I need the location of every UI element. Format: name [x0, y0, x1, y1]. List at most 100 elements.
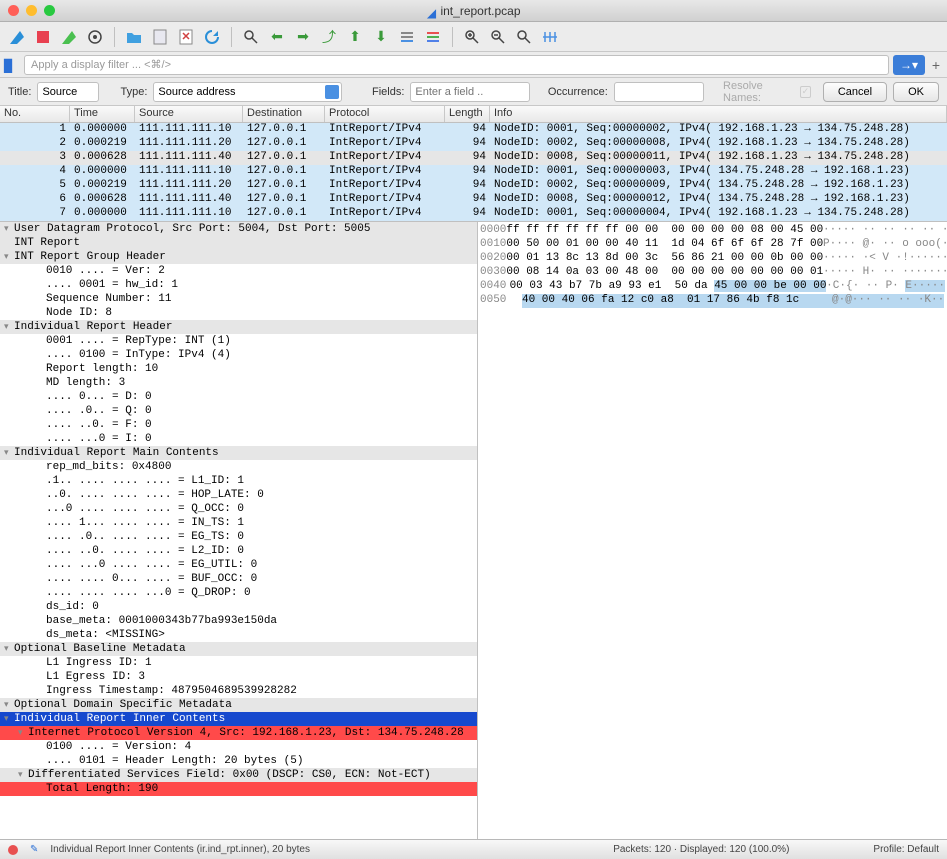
tree-item[interactable]: .... 0101 = Header Length: 20 bytes (5)	[0, 754, 477, 768]
hex-row[interactable]: 003000 08 14 0a 03 00 48 00 00 00 00 00 …	[480, 266, 945, 280]
open-file-button[interactable]	[123, 26, 145, 48]
hex-row[interactable]: 004000 03 43 b7 7b a9 93 e1 50 da 45 00 …	[480, 280, 945, 294]
tree-item[interactable]: ▾Individual Report Inner Contents	[0, 712, 477, 726]
tree-item[interactable]: ▾Optional Domain Specific Metadata	[0, 698, 477, 712]
type-label: Type:	[121, 86, 148, 98]
tree-item[interactable]: rep_md_bits: 0x4800	[0, 460, 477, 474]
go-forward-button[interactable]: ➡	[292, 26, 314, 48]
add-filter-button[interactable]: +	[929, 57, 943, 73]
reload-button[interactable]	[201, 26, 223, 48]
window-title: int_report.pcap	[440, 4, 520, 18]
tree-item[interactable]: .... 0001 = hw_id: 1	[0, 278, 477, 292]
table-row[interactable]: 10.000000111.111.111.10127.0.0.1IntRepor…	[0, 123, 947, 137]
tree-item[interactable]: .1.. .... .... .... = L1_ID: 1	[0, 474, 477, 488]
tree-item[interactable]: ▾Differentiated Services Field: 0x00 (DS…	[0, 768, 477, 782]
go-to-packet-button[interactable]: ⤴	[318, 26, 340, 48]
packet-list-header[interactable]: No. Time Source Destination Protocol Len…	[0, 106, 947, 123]
expert-info-icon[interactable]	[8, 845, 18, 855]
table-row[interactable]: 30.000628111.111.111.40127.0.0.1IntRepor…	[0, 151, 947, 165]
type-select[interactable]: Source address	[153, 82, 341, 102]
go-last-button[interactable]: ⬇	[370, 26, 392, 48]
main-toolbar: ⬅ ➡ ⤴ ⬆ ⬇	[0, 22, 947, 52]
tree-item[interactable]: 0001 .... = RepType: INT (1)	[0, 334, 477, 348]
column-editor-bar: Title: Type: Source address Fields: Occu…	[0, 78, 947, 106]
tree-item[interactable]: ▾Individual Report Main Contents	[0, 446, 477, 460]
table-row[interactable]: 50.000219111.111.111.20127.0.0.1IntRepor…	[0, 179, 947, 193]
tree-item[interactable]: ▾Individual Report Header	[0, 320, 477, 334]
table-row[interactable]: 40.000000111.111.111.10127.0.0.1IntRepor…	[0, 165, 947, 179]
tree-item[interactable]: .... .... 0... .... = BUF_OCC: 0	[0, 572, 477, 586]
tree-item[interactable]: .... ..0. = F: 0	[0, 418, 477, 432]
tree-item[interactable]: ds_id: 0	[0, 600, 477, 614]
restart-capture-button[interactable]	[58, 26, 80, 48]
go-back-button[interactable]: ⬅	[266, 26, 288, 48]
display-filter-input[interactable]: Apply a display filter ... <⌘/>	[24, 55, 889, 75]
zoom-reset-button[interactable]	[513, 26, 535, 48]
resolve-names-checkbox[interactable]: ✓	[800, 86, 811, 98]
tree-item[interactable]: .... 0100 = InType: IPv4 (4)	[0, 348, 477, 362]
packet-details-tree[interactable]: ▾User Datagram Protocol, Src Port: 5004,…	[0, 222, 478, 839]
colorize-button[interactable]	[422, 26, 444, 48]
tree-item[interactable]: Sequence Number: 11	[0, 292, 477, 306]
filter-bar: ▉ Apply a display filter ... <⌘/> →▾ +	[0, 52, 947, 78]
tree-item[interactable]: .... .... .... ...0 = Q_DROP: 0	[0, 586, 477, 600]
tree-item[interactable]: ...0 .... .... .... = Q_OCC: 0	[0, 502, 477, 516]
tree-item[interactable]: ▾User Datagram Protocol, Src Port: 5004,…	[0, 222, 477, 236]
title-input[interactable]	[37, 82, 99, 102]
wireshark-fin-icon: ◢	[426, 6, 436, 16]
hex-row[interactable]: 0000ff ff ff ff ff ff 00 00 00 00 00 00 …	[480, 224, 945, 238]
bookmark-icon[interactable]: ▉	[4, 59, 16, 71]
table-row[interactable]: 20.000219111.111.111.20127.0.0.1IntRepor…	[0, 137, 947, 151]
tree-item[interactable]: Ingress Timestamp: 4879504689539928282	[0, 684, 477, 698]
tree-item[interactable]: base_meta: 0001000343b77ba993e150da	[0, 614, 477, 628]
hex-row[interactable]: 001000 50 00 01 00 00 40 11 1d 04 6f 6f …	[480, 238, 945, 252]
tree-item[interactable]: ..0. .... .... .... = HOP_LATE: 0	[0, 488, 477, 502]
tree-item[interactable]: .... ...0 .... .... = EG_UTIL: 0	[0, 558, 477, 572]
find-packet-button[interactable]	[240, 26, 262, 48]
table-row[interactable]: 60.000628111.111.111.40127.0.0.1IntRepor…	[0, 193, 947, 207]
status-profile[interactable]: Profile: Default	[873, 844, 939, 855]
tree-item[interactable]: INT Report	[0, 236, 477, 250]
tree-item[interactable]: ds_meta: <MISSING>	[0, 628, 477, 642]
cancel-button[interactable]: Cancel	[823, 82, 887, 102]
zoom-out-button[interactable]	[487, 26, 509, 48]
status-bar: ✎ Individual Report Inner Contents (ir.i…	[0, 839, 947, 859]
tree-item[interactable]: Node ID: 8	[0, 306, 477, 320]
hex-row[interactable]: 005040 00 40 06 fa 12 c0 a8 01 17 86 4b …	[480, 294, 945, 308]
fields-input[interactable]	[410, 82, 530, 102]
close-file-button[interactable]	[175, 26, 197, 48]
tree-item[interactable]: Report length: 10	[0, 362, 477, 376]
tree-item[interactable]: .... .0.. = Q: 0	[0, 404, 477, 418]
save-file-button[interactable]	[149, 26, 171, 48]
tree-item[interactable]: .... .0.. .... .... = EG_TS: 0	[0, 530, 477, 544]
tree-item[interactable]: Total Length: 190	[0, 782, 477, 796]
tree-item[interactable]: 0100 .... = Version: 4	[0, 740, 477, 754]
ok-button[interactable]: OK	[893, 82, 939, 102]
tree-item[interactable]: MD length: 3	[0, 376, 477, 390]
packet-list[interactable]: 10.000000111.111.111.10127.0.0.1IntRepor…	[0, 123, 947, 221]
hex-row[interactable]: 002000 01 13 8c 13 8d 00 3c 56 86 21 00 …	[480, 252, 945, 266]
packet-bytes-hex[interactable]: 0000ff ff ff ff ff ff 00 00 00 00 00 00 …	[478, 222, 947, 839]
tree-item[interactable]: ▾Internet Protocol Version 4, Src: 192.1…	[0, 726, 477, 740]
tree-item[interactable]: ▾INT Report Group Header	[0, 250, 477, 264]
tree-item[interactable]: .... 1... .... .... = IN_TS: 1	[0, 516, 477, 530]
stop-capture-button[interactable]	[32, 26, 54, 48]
tree-item[interactable]: ▾Optional Baseline Metadata	[0, 642, 477, 656]
resize-columns-button[interactable]	[539, 26, 561, 48]
apply-filter-button[interactable]: →▾	[893, 55, 925, 75]
tree-item[interactable]: L1 Egress ID: 3	[0, 670, 477, 684]
start-capture-button[interactable]	[6, 26, 28, 48]
occurrence-input[interactable]	[614, 82, 704, 102]
tree-item[interactable]: 0010 .... = Ver: 2	[0, 264, 477, 278]
tree-item[interactable]: .... ..0. .... .... = L2_ID: 0	[0, 544, 477, 558]
zoom-in-button[interactable]	[461, 26, 483, 48]
table-row[interactable]: 70.000000111.111.111.10127.0.0.1IntRepor…	[0, 207, 947, 221]
auto-scroll-button[interactable]	[396, 26, 418, 48]
resolve-names-label: Resolve Names:✓	[723, 80, 811, 104]
tree-item[interactable]: .... 0... = D: 0	[0, 390, 477, 404]
capture-options-button[interactable]	[84, 26, 106, 48]
tree-item[interactable]: L1 Ingress ID: 1	[0, 656, 477, 670]
tree-item[interactable]: .... ...0 = I: 0	[0, 432, 477, 446]
go-first-button[interactable]: ⬆	[344, 26, 366, 48]
status-left: Individual Report Inner Contents (ir.ind…	[50, 844, 310, 855]
